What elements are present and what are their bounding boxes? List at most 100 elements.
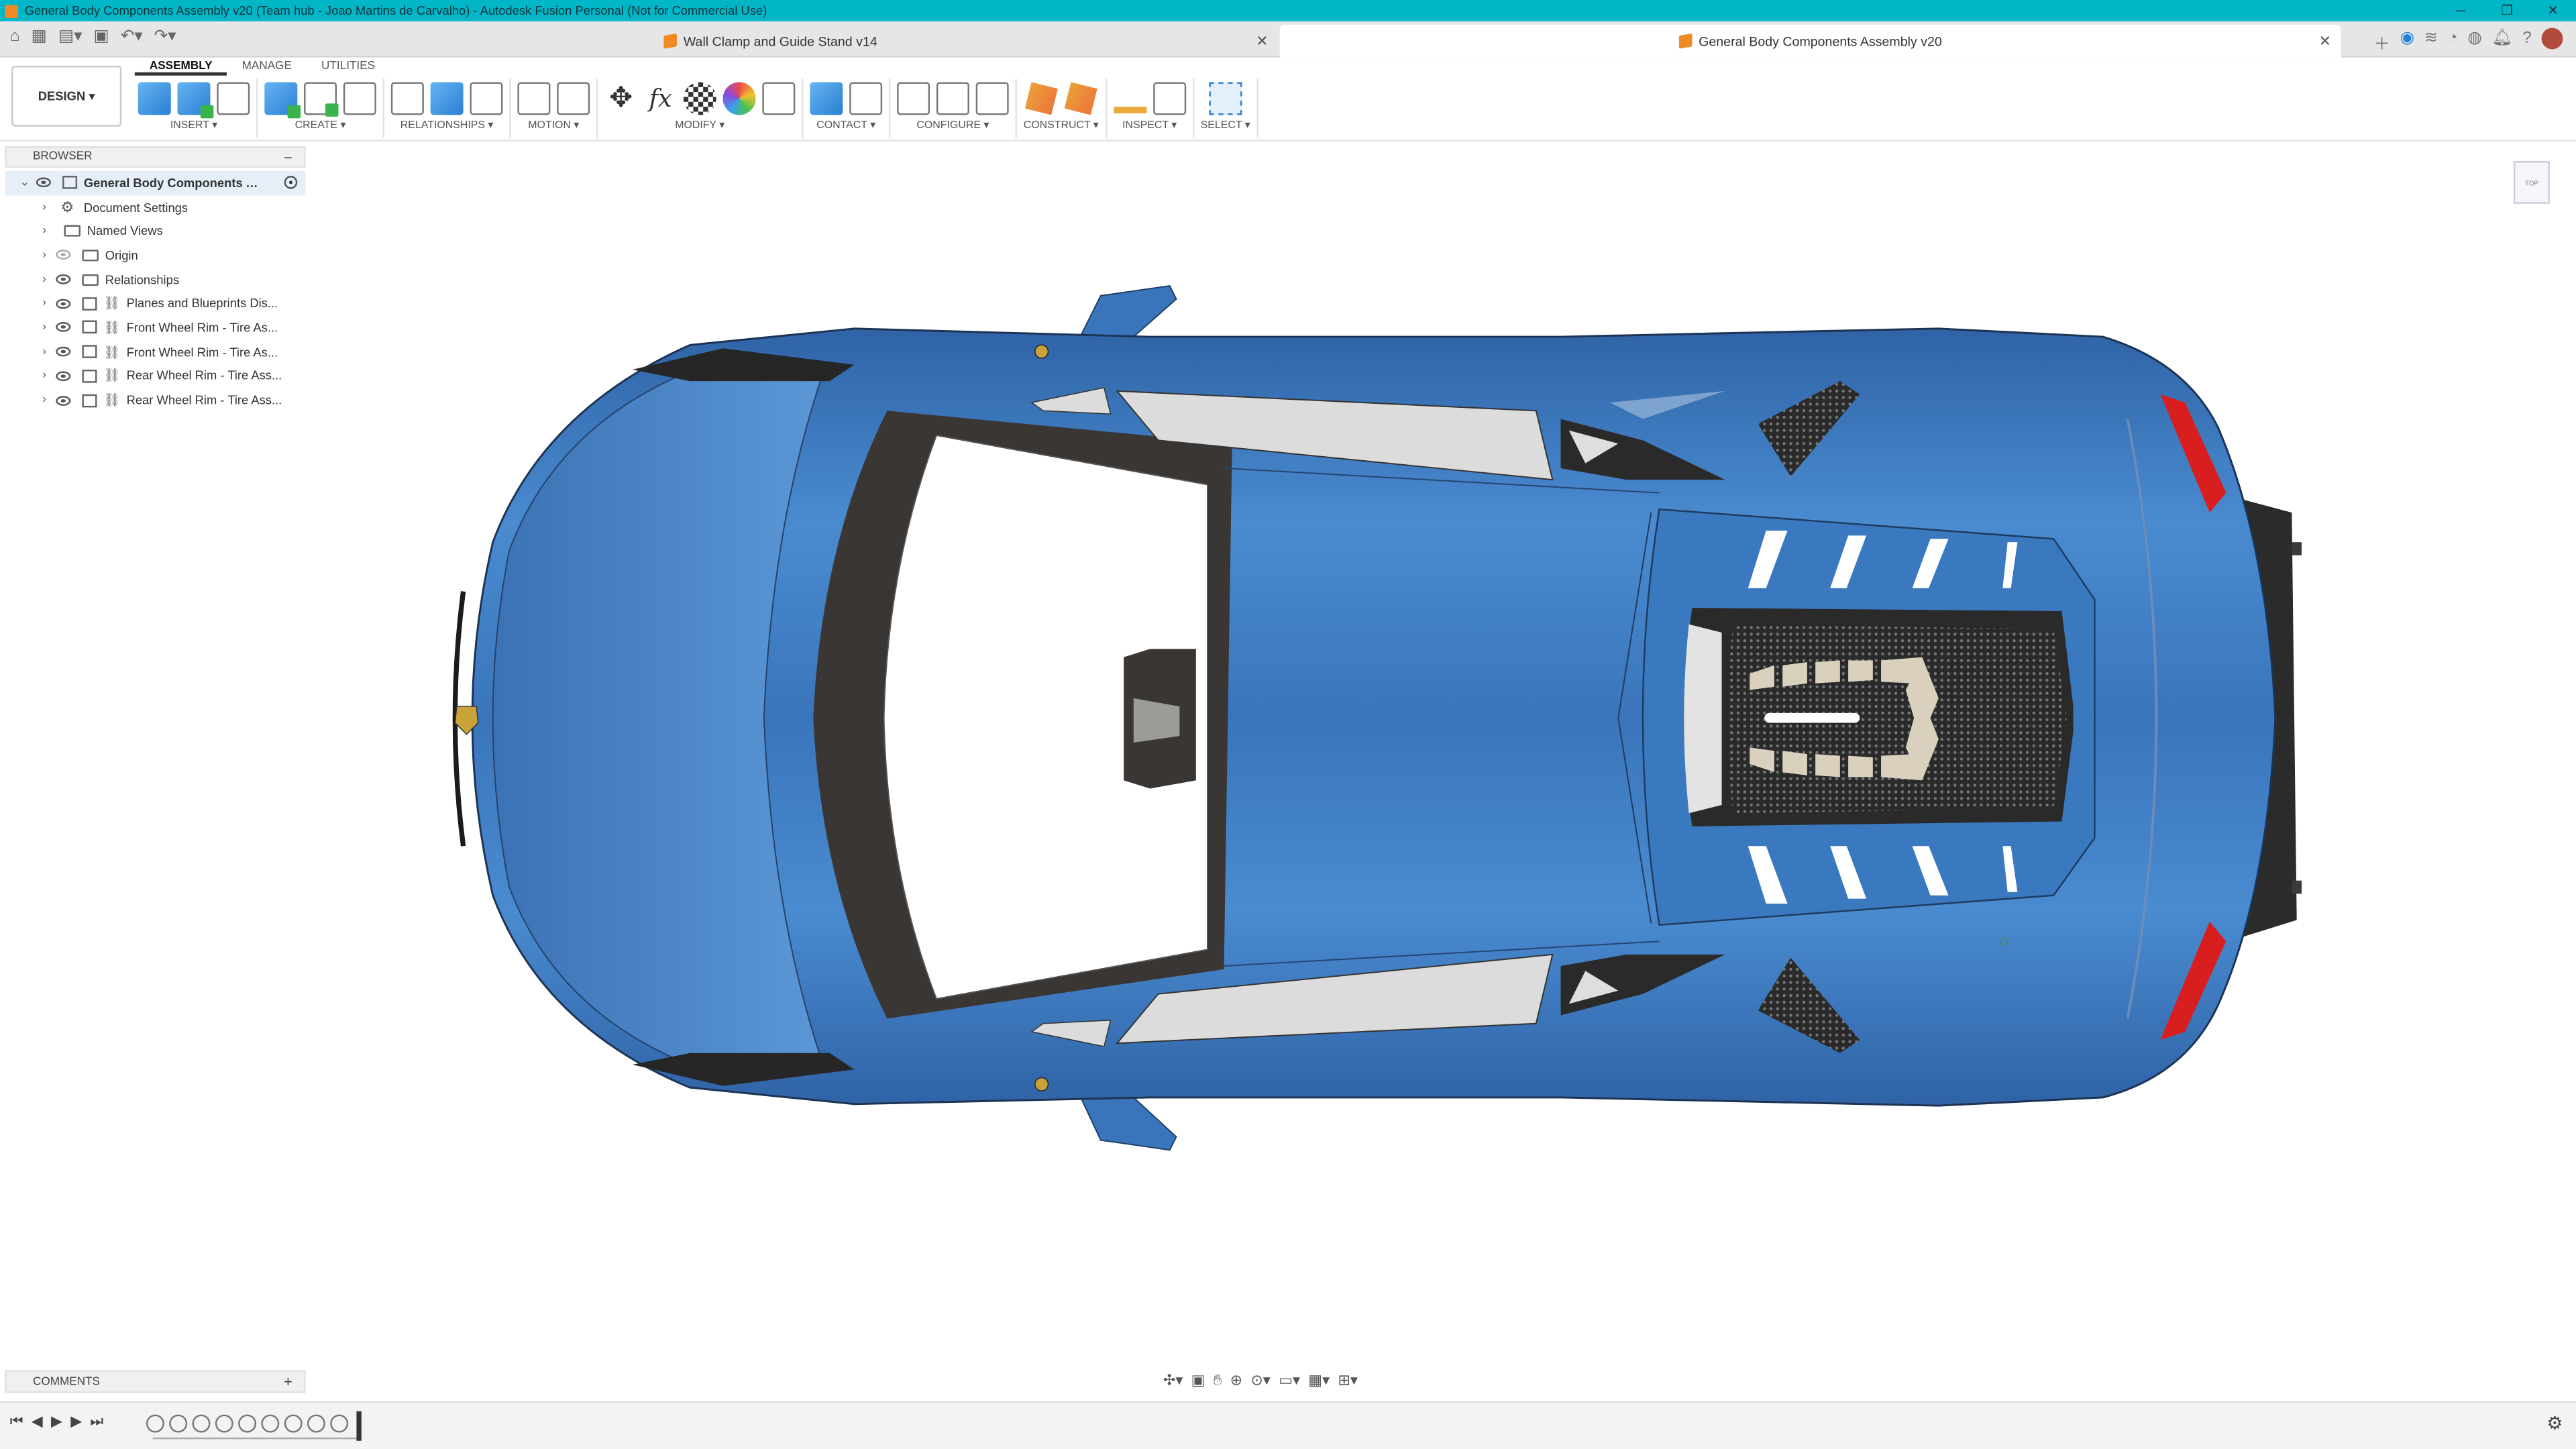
appearance-icon[interactable] (683, 82, 716, 115)
group-relationships[interactable]: RELATIONSHIPS ▾ (384, 78, 511, 138)
window-title: General Body Components Assembly v20 (Te… (24, 3, 767, 18)
timeline-settings-gear-icon[interactable]: ⚙ (2546, 1413, 2563, 1434)
group-create[interactable]: CREATE ▾ (258, 78, 385, 138)
timeline-feature[interactable] (330, 1414, 349, 1433)
configuration-table-icon[interactable] (936, 82, 969, 115)
add-comment-icon[interactable]: + (284, 1373, 292, 1389)
insert-component-icon[interactable] (177, 82, 214, 119)
joint-icon[interactable] (390, 82, 424, 115)
enable-contact-icon[interactable] (849, 82, 883, 115)
close-tab-icon[interactable]: ✕ (1256, 32, 1268, 50)
new-component-icon[interactable] (264, 82, 301, 119)
group-configure[interactable]: CONFIGURE ▾ (890, 78, 1017, 138)
document-tab-bar: ⌂ ▦ ▤▾ ▣ ↶▾ ↷▾ Wall Clamp and Guide Stan… (0, 21, 2576, 58)
contact-sets-icon[interactable] (810, 82, 843, 115)
grid-settings-icon[interactable]: ▦▾ (1308, 1371, 1330, 1389)
group-insert[interactable]: INSERT ▾ (131, 78, 258, 138)
go-to-end-icon[interactable]: ⏭ (90, 1413, 103, 1431)
document-cube-icon (663, 33, 677, 49)
tab-utilities[interactable]: UTILITIES (307, 58, 390, 76)
offset-plane-icon[interactable] (1024, 82, 1058, 115)
rigid-group-icon[interactable] (470, 82, 503, 115)
go-to-start-icon[interactable]: ⏮ (10, 1413, 23, 1431)
timeline-features (146, 1414, 349, 1433)
configure-icon[interactable] (897, 82, 930, 115)
timeline-feature[interactable] (146, 1414, 164, 1433)
home-icon[interactable]: ⌂ (10, 28, 20, 46)
timeline-feature[interactable] (307, 1414, 325, 1433)
timeline-feature[interactable] (284, 1414, 303, 1433)
create-sketch-icon[interactable] (304, 82, 339, 117)
save-icon[interactable]: ▣ (94, 28, 109, 46)
notifications-icon[interactable]: 🔔︎ (2491, 30, 2512, 54)
undo-icon[interactable]: ↶▾ (121, 28, 143, 46)
insert-mesh-icon[interactable] (217, 82, 250, 115)
timeline-controls: ⏮ ◀ ▶ ▶ ⏭ (10, 1413, 104, 1431)
ribbon-groups: INSERT ▾ CREATE ▾ RELATIONSHIPS ▾ MOTION… (131, 78, 1258, 138)
step-back-icon[interactable]: ◀ (32, 1413, 43, 1431)
close-icon[interactable]: ✕ (2530, 0, 2576, 21)
new-tab-icon[interactable]: ＋ (2373, 30, 2390, 54)
as-built-joint-icon[interactable] (430, 82, 464, 115)
configure-rule-icon[interactable] (975, 82, 1009, 115)
quick-access-toolbar: ⌂ ▦ ▤▾ ▣ ↶▾ ↷▾ (10, 28, 176, 46)
comments-label: COMMENTS (32, 1376, 101, 1388)
extensions-icon[interactable]: ◉ (2400, 30, 2414, 54)
timeline-feature[interactable] (261, 1414, 280, 1433)
look-at-icon[interactable]: ▣ (1191, 1371, 1205, 1389)
group-contact[interactable]: CONTACT ▾ (804, 78, 891, 138)
pan-hand-icon[interactable]: ✋︎ (1214, 1371, 1222, 1389)
timeline-feature[interactable] (192, 1414, 211, 1433)
window-select-icon[interactable] (1209, 82, 1242, 115)
grid-icon[interactable]: ▦ (32, 28, 47, 46)
compute-all-icon[interactable] (762, 82, 796, 115)
group-create-label: CREATE (294, 119, 338, 131)
3d-viewport[interactable] (0, 142, 2576, 1367)
tab-manage[interactable]: MANAGE (227, 58, 307, 76)
plane-at-angle-icon[interactable] (1064, 82, 1097, 115)
physical-material-icon[interactable] (722, 82, 756, 115)
group-construct[interactable]: CONSTRUCT ▾ (1017, 78, 1108, 138)
tab-label: Wall Clamp and Guide Stand v14 (683, 34, 877, 49)
viewports-icon[interactable]: ⊞▾ (1338, 1371, 1358, 1389)
create-pattern-icon[interactable] (343, 82, 376, 115)
group-motion[interactable]: MOTION ▾ (511, 78, 598, 138)
measure-icon[interactable] (1113, 94, 1146, 113)
help-icon[interactable]: ? (2522, 30, 2532, 54)
timeline-marker[interactable] (356, 1411, 362, 1441)
timeline-feature[interactable] (238, 1414, 257, 1433)
avatar[interactable] (2541, 28, 2563, 50)
tab-general-body[interactable]: General Body Components Assembly v20 ✕ (1279, 24, 2341, 58)
group-modify[interactable]: ✥ fx MODIFY ▾ (598, 78, 804, 138)
timeline-feature[interactable] (169, 1414, 188, 1433)
interference-icon[interactable] (1152, 82, 1186, 115)
orbit-icon[interactable]: ✣▾ (1163, 1371, 1183, 1389)
step-forward-icon[interactable]: ▶ (70, 1413, 82, 1431)
jobs-icon[interactable]: ≋ (2424, 30, 2438, 54)
minimize-icon[interactable]: ─ (2438, 0, 2484, 21)
redo-icon[interactable]: ↷▾ (154, 28, 176, 46)
comments-panel[interactable]: COMMENTS + (5, 1370, 306, 1393)
workspace-switcher[interactable]: DESIGN ▾ (11, 65, 122, 127)
zoom-icon[interactable]: ⊕ (1230, 1371, 1242, 1389)
move-icon[interactable]: ✥ (604, 82, 637, 115)
group-select-label: SELECT (1200, 119, 1242, 131)
tab-wall-clamp[interactable]: Wall Clamp and Guide Stand v14 ✕ (263, 25, 1278, 58)
group-select[interactable]: SELECT ▾ (1194, 78, 1258, 138)
motion-link-icon[interactable] (557, 82, 590, 115)
group-motion-label: MOTION (528, 119, 571, 131)
online-status-icon[interactable]: ◍ (2467, 30, 2481, 54)
parameters-fx-icon[interactable]: fx (644, 82, 677, 115)
display-settings-icon[interactable]: ▭▾ (1279, 1371, 1300, 1389)
clock-icon[interactable]: ◔ (2448, 30, 2458, 54)
close-tab-icon[interactable]: ✕ (2319, 32, 2331, 50)
play-icon[interactable]: ▶ (51, 1413, 62, 1431)
tab-assembly[interactable]: ASSEMBLY (134, 58, 227, 76)
timeline-feature[interactable] (215, 1414, 233, 1433)
file-menu-icon[interactable]: ▤▾ (58, 28, 82, 46)
drive-joints-icon[interactable] (517, 82, 551, 115)
insert-derive-icon[interactable] (138, 82, 171, 115)
restore-icon[interactable]: ❐ (2484, 0, 2530, 21)
group-inspect[interactable]: INSPECT ▾ (1107, 78, 1194, 138)
fit-icon[interactable]: ⊙▾ (1250, 1371, 1271, 1389)
